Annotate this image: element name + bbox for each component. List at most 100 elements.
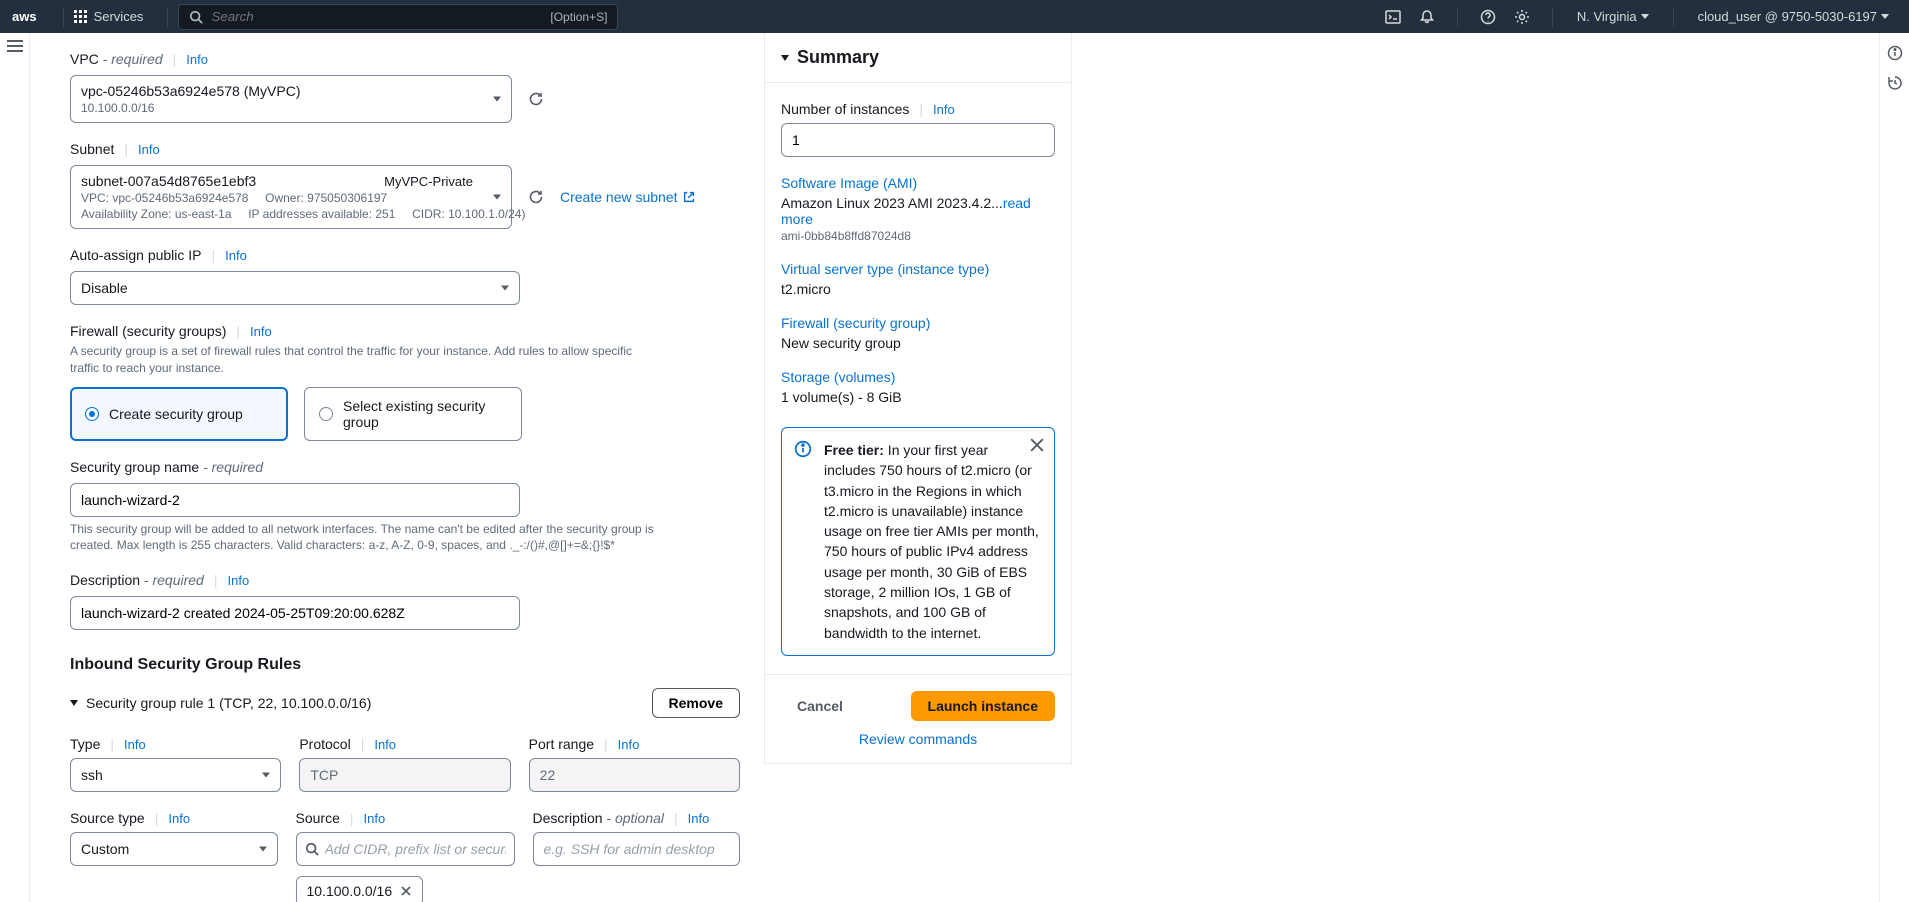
- nav-divider: [63, 7, 64, 27]
- sgname-required: - required: [199, 459, 263, 475]
- clock-icon[interactable]: [1887, 75, 1903, 91]
- summary-title: Summary: [797, 47, 879, 68]
- protocol-label: Protocol: [299, 736, 350, 752]
- nav-divider: [1552, 7, 1553, 27]
- launch-instance-button[interactable]: Launch instance: [911, 691, 1055, 721]
- vpc-select[interactable]: vpc-05246b53a6924e578 (MyVPC) 10.100.0.0…: [70, 75, 512, 123]
- sgdesc-input[interactable]: [70, 596, 520, 630]
- cancel-button[interactable]: Cancel: [781, 692, 859, 720]
- cloudshell-icon[interactable]: [1379, 3, 1407, 31]
- sourcetype-value: Custom: [81, 841, 129, 857]
- sgdesc-info-link[interactable]: Info: [227, 573, 249, 588]
- instancetype-value: t2.micro: [781, 281, 1055, 297]
- ruledesc-input[interactable]: [533, 832, 741, 866]
- type-select[interactable]: ssh: [70, 758, 281, 792]
- vpc-cidr: 10.100.0.0/16: [81, 101, 477, 115]
- firewall-value: New security group: [781, 335, 1055, 351]
- ami-line: Amazon Linux 2023 AMI 2023.4.2...: [781, 195, 1003, 211]
- rule-summary: Security group rule 1 (TCP, 22, 10.100.0…: [86, 695, 371, 711]
- autoip-select[interactable]: Disable: [70, 271, 520, 305]
- caret-down-icon: [493, 97, 501, 102]
- firewall-label: Firewall (security groups): [70, 323, 226, 339]
- source-input[interactable]: [325, 841, 506, 857]
- collapse-icon[interactable]: [781, 55, 789, 61]
- type-value: ssh: [81, 767, 103, 783]
- num-instances-input[interactable]: [781, 123, 1055, 157]
- network-settings-panel: VPC - required | Info vpc-05246b53a6924e…: [70, 33, 740, 902]
- storage-link[interactable]: Storage (volumes): [781, 369, 1055, 385]
- subnet-refresh-button[interactable]: [526, 187, 546, 207]
- source-input-wrap[interactable]: [296, 832, 515, 866]
- review-commands-link[interactable]: Review commands: [781, 731, 1055, 747]
- sgname-input[interactable]: [70, 483, 520, 517]
- protocol-info-link[interactable]: Info: [374, 737, 396, 752]
- sgdesc-required: - required: [140, 572, 204, 588]
- user-label: cloud_user @ 9750-5030-6197: [1698, 9, 1877, 24]
- caret-down-icon: [262, 773, 270, 778]
- radio-create-sg[interactable]: Create security group: [70, 387, 288, 441]
- sgname-hint: This security group will be added to all…: [70, 521, 670, 555]
- storage-value: 1 volume(s) - 8 GiB: [781, 389, 1055, 405]
- grid-icon: [74, 10, 88, 24]
- type-info-link[interactable]: Info: [124, 737, 146, 752]
- num-instances-label: Number of instances: [781, 101, 909, 117]
- autoip-value: Disable: [81, 280, 128, 296]
- subnet-meta1: VPC: vpc-05246b53a6924e578 Owner: 975050…: [81, 191, 477, 205]
- inbound-rules-title: Inbound Security Group Rules: [70, 656, 740, 674]
- aws-logo[interactable]: aws: [12, 9, 37, 24]
- source-info-link[interactable]: Info: [364, 811, 386, 826]
- notifications-icon[interactable]: [1413, 3, 1441, 31]
- subnet-meta2: Availability Zone: us-east-1a IP address…: [81, 207, 477, 221]
- autoip-info-link[interactable]: Info: [225, 248, 247, 263]
- settings-icon[interactable]: [1508, 3, 1536, 31]
- ruledesc-info-link[interactable]: Info: [688, 811, 710, 826]
- subnet-name-tag: MyVPC-Private: [384, 174, 473, 189]
- sgdesc-label: Description: [70, 572, 140, 588]
- remove-tag-icon[interactable]: [400, 885, 412, 897]
- expand-icon[interactable]: [70, 700, 78, 706]
- ruledesc-optional: - optional: [603, 810, 664, 826]
- remove-rule-button[interactable]: Remove: [652, 688, 740, 718]
- vpc-label: VPC: [70, 51, 99, 67]
- nav-divider: [1673, 7, 1674, 27]
- sourcetype-info-link[interactable]: Info: [168, 811, 190, 826]
- info-icon: [794, 440, 812, 458]
- user-menu[interactable]: cloud_user @ 9750-5030-6197: [1690, 9, 1897, 24]
- services-menu[interactable]: Services: [74, 9, 144, 24]
- source-cidr-value: 10.100.0.0/16: [307, 883, 393, 899]
- region-label: N. Virginia: [1577, 9, 1637, 24]
- vpc-required: - required: [99, 51, 163, 67]
- instancetype-link[interactable]: Virtual server type (instance type): [781, 261, 1055, 277]
- sourcetype-select[interactable]: Custom: [70, 832, 278, 866]
- free-tier-label: Free tier:: [824, 442, 884, 458]
- firewall-info-link[interactable]: Info: [250, 324, 272, 339]
- free-tier-body: In your first year includes 750 hours of…: [824, 442, 1039, 641]
- nav-divider: [1457, 7, 1458, 27]
- global-search[interactable]: [Option+S]: [178, 4, 618, 30]
- port-info-link[interactable]: Info: [618, 737, 640, 752]
- radio-create-sg-label: Create security group: [109, 406, 243, 422]
- caret-down-icon: [501, 286, 509, 291]
- radio-select-sg-label: Select existing security group: [343, 398, 507, 430]
- sourcetype-label: Source type: [70, 810, 145, 826]
- firewall-description: A security group is a set of firewall ru…: [70, 343, 650, 377]
- search-icon: [305, 842, 319, 856]
- help-icon[interactable]: [1474, 3, 1502, 31]
- source-label: Source: [296, 810, 340, 826]
- subnet-info-link[interactable]: Info: [138, 142, 160, 157]
- info-panel-icon[interactable]: [1887, 45, 1903, 61]
- firewall-link[interactable]: Firewall (security group): [781, 315, 1055, 331]
- sgname-label: Security group name: [70, 459, 199, 475]
- search-input[interactable]: [211, 9, 542, 24]
- close-icon[interactable]: [1030, 438, 1044, 452]
- subnet-select[interactable]: subnet-007a54d8765e1ebf3 VPC: vpc-05246b…: [70, 165, 512, 229]
- create-subnet-link[interactable]: Create new subnet: [560, 189, 696, 205]
- vpc-info-link[interactable]: Info: [186, 52, 208, 67]
- right-rail: [1879, 33, 1909, 902]
- radio-select-sg[interactable]: Select existing security group: [304, 387, 522, 441]
- hamburger-icon[interactable]: [7, 45, 23, 47]
- vpc-refresh-button[interactable]: [526, 89, 546, 109]
- num-instances-info-link[interactable]: Info: [933, 102, 955, 117]
- ami-link[interactable]: Software Image (AMI): [781, 175, 1055, 191]
- region-selector[interactable]: N. Virginia: [1569, 9, 1657, 24]
